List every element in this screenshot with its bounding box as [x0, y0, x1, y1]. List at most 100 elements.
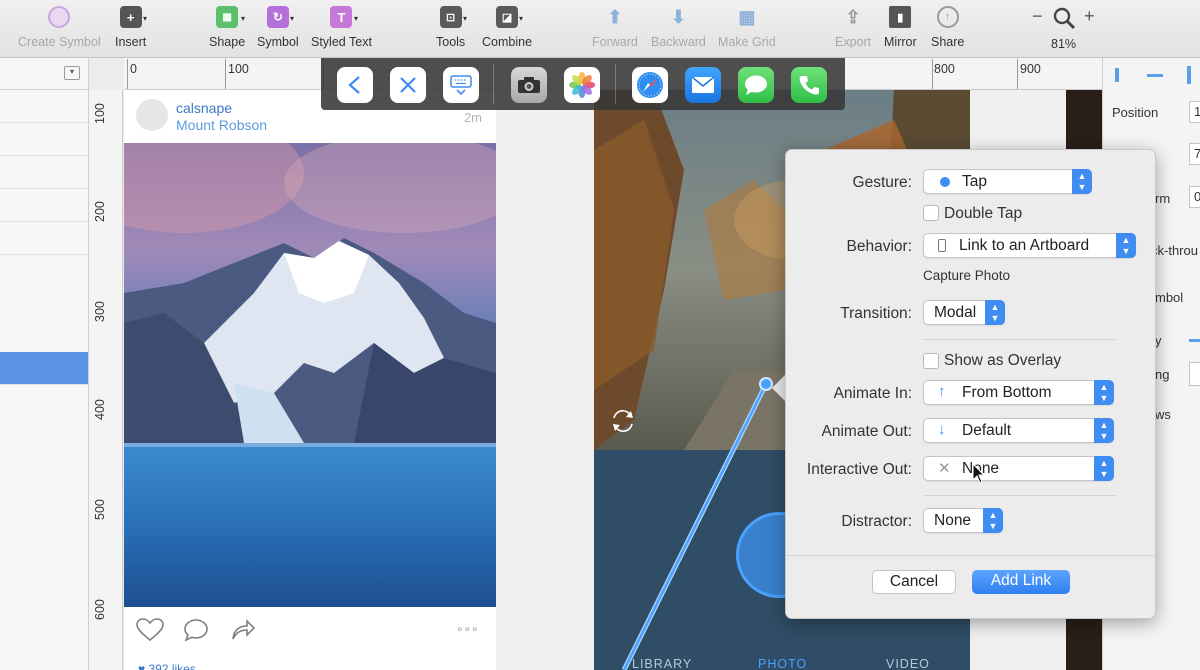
footer-divider — [786, 555, 1155, 556]
arrow-down-icon: ↓ — [938, 421, 946, 438]
share-button[interactable]: ↑ Share — [931, 6, 964, 49]
insert-button[interactable]: + Insert — [115, 6, 146, 49]
ruler-label: 0 — [130, 62, 137, 76]
post-location: Mount Robson — [176, 117, 268, 133]
safari-app-icon[interactable] — [632, 67, 668, 103]
layer-row[interactable] — [0, 123, 88, 156]
tab-video[interactable]: VIDEO — [886, 657, 930, 670]
distractor-stepper-icon: ▲ ▼ — [983, 508, 1003, 533]
gesture-stepper-icon: ▲ ▼ — [1072, 169, 1092, 194]
symbol-button[interactable]: ↻ Symbol — [257, 6, 299, 49]
styled-text-button[interactable]: T Styled Text — [311, 6, 372, 49]
layer-row[interactable] — [0, 156, 88, 189]
photos-app-icon[interactable] — [564, 67, 600, 103]
mountain-photo — [124, 143, 496, 607]
behavior-select[interactable]: Link to an Artboard ▲ ▼ — [923, 233, 1136, 258]
distractor-value: None — [934, 512, 972, 529]
ruler-label: 600 — [93, 599, 107, 620]
ruler-label: 200 — [93, 201, 107, 222]
layer-row-selected[interactable] — [0, 352, 88, 385]
keyboard-dismiss-icon[interactable] — [443, 67, 479, 103]
mirror-device-icon: ▮ — [889, 6, 912, 28]
size-field[interactable]: 7 — [1189, 143, 1200, 165]
animate-in-select[interactable]: ↑ From Bottom ▲ ▼ — [923, 380, 1114, 405]
gesture-select[interactable]: Tap ▲ ▼ — [923, 169, 1092, 194]
animate-out-value: Default — [962, 422, 1012, 439]
ruler-label: 500 — [93, 499, 107, 520]
tools-icon: ⊡ — [439, 6, 462, 28]
zoom-in-button[interactable]: + — [1084, 6, 1095, 27]
mirror-button[interactable]: ▮ Mirror — [884, 6, 917, 49]
ruler-tick — [127, 59, 128, 89]
add-link-popover: Gesture: Tap ▲ ▼ Double Tap Behavior: Lin… — [785, 149, 1156, 619]
arrow-up-icon: ↑ — [938, 383, 946, 400]
layer-row[interactable] — [0, 189, 88, 222]
shape-button[interactable]: ▦ Shape — [209, 6, 245, 49]
symbol-dropdown-caret-icon: ▾ — [290, 14, 295, 23]
make-grid-button[interactable]: ▦ Make Grid — [718, 6, 776, 50]
export-button[interactable]: ⇪ Export — [835, 6, 871, 50]
more-options-icon[interactable]: ∘∘∘ — [456, 622, 479, 636]
post-time: 2m — [463, 110, 482, 125]
heart-icon[interactable] — [136, 618, 164, 647]
create-symbol-button[interactable]: Create Symbol — [18, 6, 101, 49]
distractor-select[interactable]: None ▲ ▼ — [923, 508, 1003, 533]
show-as-overlay-checkbox[interactable] — [923, 353, 939, 369]
combine-icon: ◪ — [496, 6, 519, 28]
ruler-label: 800 — [934, 62, 955, 76]
camera-app-icon[interactable] — [511, 67, 547, 103]
back-chevron-icon[interactable] — [337, 67, 373, 103]
gesture-value: Tap — [962, 173, 987, 190]
cancel-button[interactable]: Cancel — [872, 570, 956, 594]
mail-app-icon[interactable] — [685, 67, 721, 103]
instagram-post-artboard[interactable]: calsnape Mount Robson 2m ∘∘∘ ♥ 392 likes — [124, 90, 496, 670]
grid-icon: ▦ — [738, 6, 756, 27]
position-x-field[interactable]: 1 — [1189, 101, 1200, 123]
transition-select[interactable]: Modal ▲ ▼ — [923, 300, 1005, 325]
combine-button[interactable]: ◪ Combine — [482, 6, 532, 49]
messages-app-icon[interactable] — [738, 67, 774, 103]
gesture-label: Gesture: — [852, 174, 912, 191]
interactive-out-select[interactable]: ✕ None ▲ ▼ — [923, 456, 1114, 481]
zoom-level[interactable]: 81% — [1051, 37, 1076, 51]
tools-button[interactable]: ⊡ Tools — [436, 6, 465, 49]
link-target-artboard: Capture Photo — [923, 268, 1011, 283]
ruler-tick — [932, 59, 933, 89]
align-center-icon[interactable] — [1147, 74, 1163, 77]
animate-in-label: Animate In: — [833, 385, 912, 402]
divider — [923, 339, 1116, 340]
ruler-label: 100 — [93, 103, 107, 124]
close-x-icon[interactable] — [390, 67, 426, 103]
layers-panel: ▾ — [0, 58, 89, 670]
transform-label: rm — [1155, 191, 1171, 206]
distribute-icon[interactable] — [1187, 66, 1191, 84]
interactive-out-stepper-icon: ▲ ▼ — [1094, 456, 1114, 481]
phone-app-icon[interactable] — [791, 67, 827, 103]
artboard-device-icon — [938, 239, 946, 252]
opacity-slider[interactable] — [1189, 339, 1200, 342]
layer-row[interactable] — [0, 255, 88, 352]
animate-out-select[interactable]: ↓ Default ▲ ▼ — [923, 418, 1114, 443]
tap-radio-icon — [940, 177, 950, 187]
layer-row[interactable] — [0, 222, 88, 255]
layer-row[interactable] — [0, 90, 88, 123]
animate-out-label: Animate Out: — [821, 423, 912, 440]
layers-filter-dropdown-icon[interactable]: ▾ — [64, 66, 80, 80]
shape-grid-icon: ▦ — [216, 6, 239, 28]
blending-field[interactable] — [1189, 362, 1200, 386]
backward-icon: ⬇ — [670, 6, 686, 27]
backward-button[interactable]: ⬇ Backward — [651, 6, 706, 50]
add-link-button[interactable]: Add Link — [972, 570, 1070, 594]
animate-in-value: From Bottom — [962, 384, 1052, 401]
ruler-label: 400 — [93, 399, 107, 420]
double-tap-checkbox[interactable] — [923, 205, 939, 221]
rotation-field[interactable]: 0 — [1189, 186, 1200, 208]
align-left-icon[interactable] — [1115, 68, 1119, 82]
forward-icon: ⬆ — [607, 6, 623, 27]
divider — [923, 495, 1116, 496]
share-arrow-icon[interactable] — [230, 618, 256, 647]
forward-button[interactable]: ⬆ Forward — [592, 6, 638, 50]
ruler-tick — [225, 59, 226, 89]
zoom-out-button[interactable]: − — [1032, 6, 1043, 27]
comment-icon[interactable] — [183, 618, 209, 647]
